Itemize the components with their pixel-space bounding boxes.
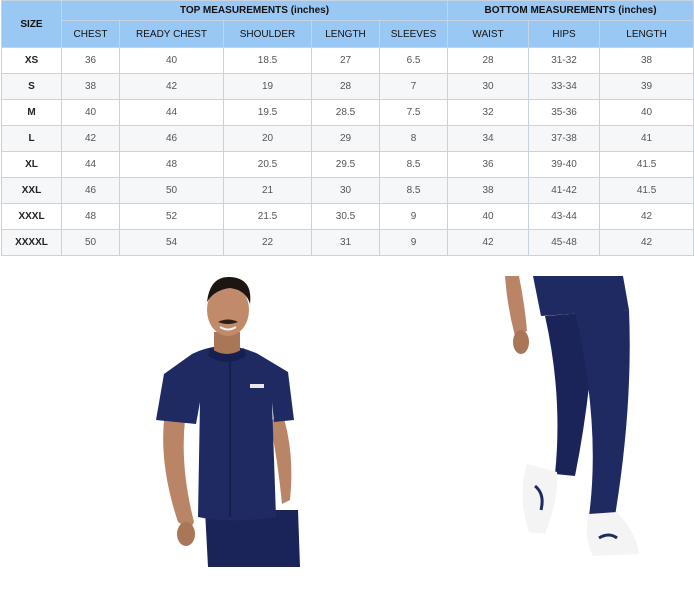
column-header-hips: HIPS bbox=[528, 20, 601, 48]
bottom-measurements-header: BOTTOM MEASUREMENTS (inches) bbox=[447, 0, 694, 21]
measurement-cell: 41.5 bbox=[599, 151, 694, 178]
measurement-cell: 28.5 bbox=[311, 99, 380, 126]
measurement-cell: 40 bbox=[61, 99, 120, 126]
measurement-cell: 19.5 bbox=[223, 99, 312, 126]
measurement-cell: 42 bbox=[61, 125, 120, 152]
measurement-cell: 44 bbox=[61, 151, 120, 178]
measurement-cell: 27 bbox=[311, 47, 380, 74]
measurement-cell: 41-42 bbox=[528, 177, 601, 204]
measurement-cell: 30.5 bbox=[311, 203, 380, 230]
measurement-cell: 50 bbox=[119, 177, 224, 204]
size-chart-table: SIZE TOP MEASUREMENTS (inches) BOTTOM ME… bbox=[1, 0, 694, 256]
measurement-cell: 21 bbox=[223, 177, 312, 204]
measurement-cell: 19 bbox=[223, 73, 312, 100]
column-header-ready-chest: READY CHEST bbox=[119, 20, 224, 48]
measurement-cell: 29.5 bbox=[311, 151, 380, 178]
measurement-cell: 34 bbox=[447, 125, 530, 152]
size-row-xs: XS 36 40 18.5 27 6.5 28 31-32 38 bbox=[1, 47, 694, 74]
measurement-cell: 7.5 bbox=[378, 99, 449, 126]
top-measurements-header: TOP MEASUREMENTS (inches) bbox=[60, 0, 449, 21]
measurement-cell: 42 bbox=[447, 229, 530, 256]
size-row-s: S 38 42 19 28 7 30 33-34 39 bbox=[1, 73, 694, 100]
measurement-cell: 45-48 bbox=[528, 229, 601, 256]
measurement-cell: 29 bbox=[311, 125, 380, 152]
size-label: XS bbox=[1, 47, 62, 74]
measurement-cell: 31-32 bbox=[528, 47, 601, 74]
size-label: L bbox=[1, 125, 62, 152]
column-header-shoulder: SHOULDER bbox=[223, 20, 312, 48]
measurement-cell: 37-38 bbox=[528, 125, 601, 152]
measurement-cell: 50 bbox=[61, 229, 120, 256]
measurement-cell: 44 bbox=[119, 99, 224, 126]
measurement-cell: 39-40 bbox=[528, 151, 601, 178]
size-label: XXXL bbox=[1, 203, 62, 230]
measurement-cell: 36 bbox=[61, 47, 120, 74]
size-label: S bbox=[1, 73, 62, 100]
measurement-cell: 38 bbox=[61, 73, 120, 100]
model-side-photo bbox=[505, 276, 645, 561]
size-label: M bbox=[1, 99, 62, 126]
measurement-cell: 36 bbox=[447, 151, 530, 178]
measurement-cell: 8 bbox=[378, 125, 449, 152]
measurement-cell: 32 bbox=[447, 99, 530, 126]
measurement-cell: 38 bbox=[447, 177, 530, 204]
size-chart-body: XS 36 40 18.5 27 6.5 28 31-32 38 S 38 42 19 28 7 30 33-3… bbox=[1, 47, 694, 256]
column-header-top-length: LENGTH bbox=[311, 20, 380, 48]
measurement-cell: 41 bbox=[599, 125, 694, 152]
measurement-cell: 33-34 bbox=[528, 73, 601, 100]
measurement-cell: 38 bbox=[599, 47, 694, 74]
measurement-cell: 31 bbox=[311, 229, 380, 256]
measurement-cell: 40 bbox=[119, 47, 224, 74]
measurement-cell: 35-36 bbox=[528, 99, 601, 126]
measurement-cell: 48 bbox=[119, 151, 224, 178]
size-row-xl: XL 44 48 20.5 29.5 8.5 36 39-40 41.5 bbox=[1, 151, 694, 178]
measurement-cell: 42 bbox=[599, 203, 694, 230]
column-header-bottom-length: LENGTH bbox=[599, 20, 694, 48]
measurement-cell: 48 bbox=[61, 203, 120, 230]
measurement-cell: 41.5 bbox=[599, 177, 694, 204]
measurement-cell: 21.5 bbox=[223, 203, 312, 230]
column-header-sleeves: SLEEVES bbox=[378, 20, 449, 48]
size-row-xxxl: XXXL 48 52 21.5 30.5 9 40 43-44 42 bbox=[1, 203, 694, 230]
measurement-cell: 43-44 bbox=[528, 203, 601, 230]
column-header-chest: CHEST bbox=[61, 20, 120, 48]
size-row-l: L 42 46 20 29 8 34 37-38 41 bbox=[1, 125, 694, 152]
measurement-cell: 9 bbox=[378, 229, 449, 256]
measurement-cell: 18.5 bbox=[223, 47, 312, 74]
measurement-cell: 46 bbox=[61, 177, 120, 204]
measurement-cell: 54 bbox=[119, 229, 224, 256]
model-front-photo bbox=[150, 272, 310, 567]
measurement-cell: 30 bbox=[447, 73, 530, 100]
measurement-cell: 9 bbox=[378, 203, 449, 230]
size-row-m: M 40 44 19.5 28.5 7.5 32 35-36 40 bbox=[1, 99, 694, 126]
measurement-cell: 40 bbox=[447, 203, 530, 230]
size-label: XXL bbox=[1, 177, 62, 204]
measurement-cell: 46 bbox=[119, 125, 224, 152]
measurement-cell: 6.5 bbox=[378, 47, 449, 74]
column-header-waist: WAIST bbox=[447, 20, 530, 48]
measurement-cell: 39 bbox=[599, 73, 694, 100]
size-column-header: SIZE bbox=[1, 0, 62, 48]
size-row-xxxxl: XXXXL 50 54 22 31 9 42 45-48 42 bbox=[1, 229, 694, 256]
measurement-cell: 40 bbox=[599, 99, 694, 126]
measurement-cell: 7 bbox=[378, 73, 449, 100]
measurement-cell: 8.5 bbox=[378, 177, 449, 204]
measurement-cell: 28 bbox=[311, 73, 380, 100]
size-label: XXXXL bbox=[1, 229, 62, 256]
measurement-cell: 28 bbox=[447, 47, 530, 74]
measurement-cell: 52 bbox=[119, 203, 224, 230]
measurement-cell: 20 bbox=[223, 125, 312, 152]
measurement-cell: 8.5 bbox=[378, 151, 449, 178]
measurement-cell: 20.5 bbox=[223, 151, 312, 178]
size-label: XL bbox=[1, 151, 62, 178]
measurement-cell: 42 bbox=[599, 229, 694, 256]
measurement-cell: 22 bbox=[223, 229, 312, 256]
measurement-cell: 30 bbox=[311, 177, 380, 204]
measurement-cell: 42 bbox=[119, 73, 224, 100]
size-row-xxl: XXL 46 50 21 30 8.5 38 41-42 41.5 bbox=[1, 177, 694, 204]
